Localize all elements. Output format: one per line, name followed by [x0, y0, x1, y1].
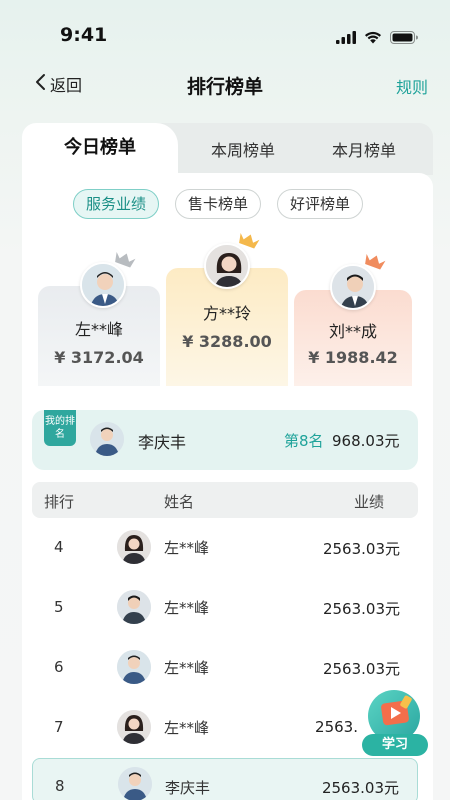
header-score: 业绩 — [353, 493, 384, 511]
filter-card-sales[interactable]: 售卡榜单 — [175, 189, 262, 219]
header-name: 姓名 — [164, 493, 195, 511]
row-score: 2563. — [315, 718, 358, 736]
filter-pills: 服务业绩 售卡榜单 好评榜单 — [73, 189, 364, 219]
row-score: 2563.03元 — [321, 779, 399, 797]
study-label: 学习 — [362, 734, 428, 756]
avatar — [117, 530, 151, 564]
wifi-icon — [364, 29, 382, 48]
filter-service-performance[interactable]: 服务业绩 — [73, 189, 160, 219]
avatar — [117, 590, 151, 624]
rules-link[interactable]: 规则 — [396, 74, 428, 98]
row-name: 左**峰 — [164, 659, 210, 677]
status-time: 9:41 — [60, 24, 108, 46]
status-icons — [336, 29, 418, 48]
podium-third-name: 刘**成 — [328, 322, 377, 341]
row-score: 2563.03元 — [322, 660, 400, 678]
header-rank: 排行 — [44, 493, 75, 511]
row-rank: 6 — [54, 658, 64, 676]
nav-bar: 返回 排行榜单 规则 — [0, 62, 450, 108]
my-rank-row[interactable]: 我的排名 李庆丰 第8名 968.03元 — [32, 410, 418, 470]
podium-first-score: ¥ 3288.00 — [182, 332, 272, 351]
avatar — [118, 767, 152, 800]
podium-first-avatar-wrap — [204, 232, 260, 289]
podium-third-avatar-wrap — [330, 253, 386, 310]
table-row[interactable]: 4 左**峰 2563.03元 — [32, 518, 418, 578]
row-rank: 8 — [55, 777, 65, 795]
row-rank: 7 — [54, 718, 64, 736]
filter-good-reviews[interactable]: 好评榜单 — [277, 189, 364, 219]
row-rank: 5 — [54, 598, 64, 616]
row-name: 左**峰 — [164, 539, 210, 557]
avatar — [90, 422, 124, 456]
row-name: 左**峰 — [164, 599, 210, 617]
row-rank: 4 — [54, 538, 64, 556]
row-score: 2563.03元 — [322, 600, 400, 618]
my-score: 968.03元 — [332, 432, 400, 450]
tab-week[interactable]: 本周榜单 — [187, 123, 299, 175]
podium-first-name: 方**玲 — [202, 304, 251, 323]
table-row[interactable]: 5 左**峰 2563.03元 — [32, 578, 418, 638]
tab-today[interactable]: 今日榜单 — [22, 123, 178, 175]
cellular-signal-icon — [336, 29, 356, 48]
study-float-button[interactable]: 学习 — [360, 688, 432, 762]
period-tabs: 今日榜单 本周榜单 本月榜单 — [22, 123, 433, 175]
podium-third-score: ¥ 1988.42 — [308, 348, 398, 367]
table-row-me[interactable]: 8 李庆丰 2563.03元 — [32, 758, 418, 800]
podium-second-score: ¥ 3172.04 — [54, 348, 144, 367]
my-rank-position: 第8名 — [284, 432, 324, 450]
row-name: 李庆丰 — [165, 779, 211, 797]
avatar — [117, 650, 151, 684]
status-bar: 9:41 — [0, 0, 450, 60]
avatar — [117, 710, 151, 744]
my-rank-tag: 我的排名 — [44, 410, 76, 446]
row-name: 左**峰 — [164, 719, 210, 737]
my-name: 李庆丰 — [138, 433, 187, 452]
podium-second-avatar-wrap — [80, 251, 136, 308]
tab-month[interactable]: 本月榜单 — [304, 123, 424, 175]
row-score: 2563.03元 — [322, 540, 400, 558]
podium-second-name: 左**峰 — [74, 320, 123, 339]
battery-icon — [390, 29, 418, 48]
table-header: 排行 姓名 业绩 — [32, 482, 418, 518]
page-title: 排行榜单 — [186, 76, 263, 98]
